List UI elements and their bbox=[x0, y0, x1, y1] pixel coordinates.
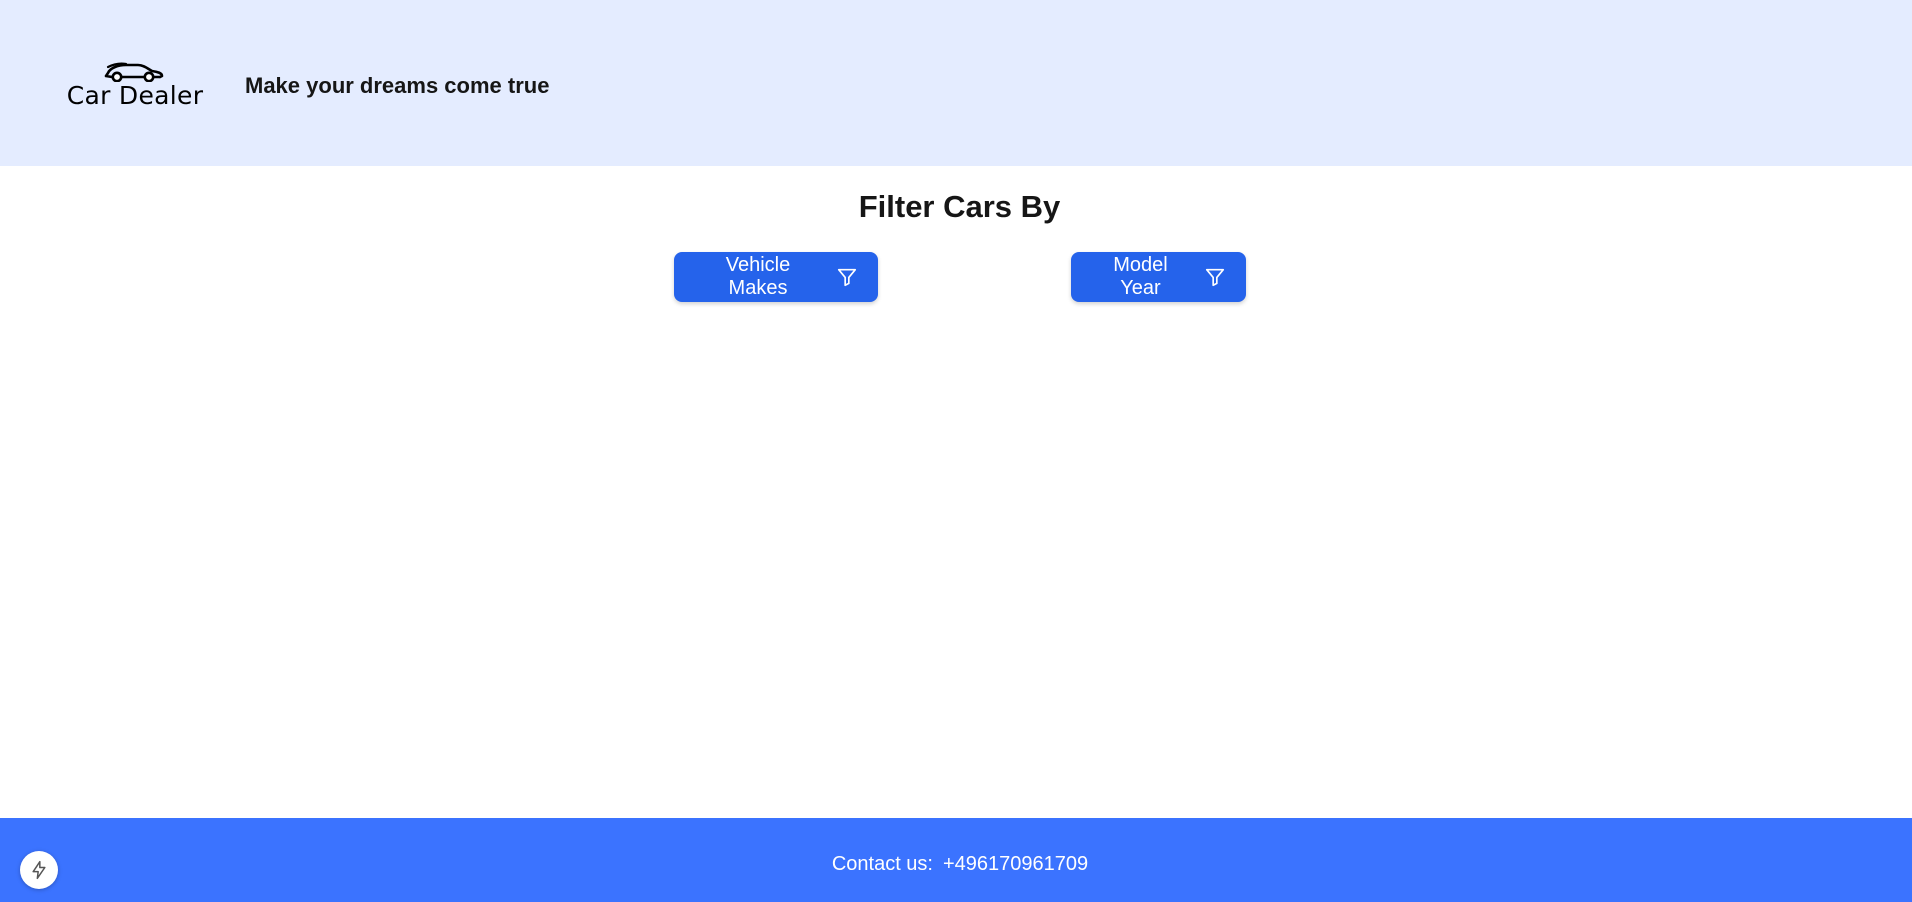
site-footer: Contact us: +496170961709 bbox=[0, 818, 1912, 902]
model-year-label: Model Year bbox=[1113, 254, 1168, 299]
filter-icon bbox=[836, 266, 858, 288]
filter-title: Filter Cars By bbox=[858, 189, 1061, 224]
vehicle-makes-filter-button[interactable]: Vehicle Makes bbox=[674, 252, 878, 302]
lightning-icon bbox=[32, 860, 46, 880]
contact-info: Contact us: +496170961709 bbox=[0, 854, 1912, 874]
tagline: Make your dreams come true bbox=[245, 73, 550, 98]
contact-label: Contact us: bbox=[831, 853, 933, 875]
model-year-filter-button[interactable]: Model Year bbox=[1071, 252, 1246, 302]
site-header: Car Dealer Make your dreams come true bbox=[0, 0, 1912, 166]
car-dealer-logo[interactable]: Car Dealer bbox=[64, 58, 206, 114]
floating-action-button[interactable] bbox=[20, 851, 58, 889]
car-icon bbox=[104, 62, 164, 82]
logo-text: Car Dealer bbox=[66, 81, 204, 110]
filter-icon bbox=[1204, 266, 1226, 288]
contact-phone[interactable]: +496170961709 bbox=[943, 853, 1088, 875]
vehicle-makes-label: Vehicle Makes bbox=[725, 254, 791, 299]
